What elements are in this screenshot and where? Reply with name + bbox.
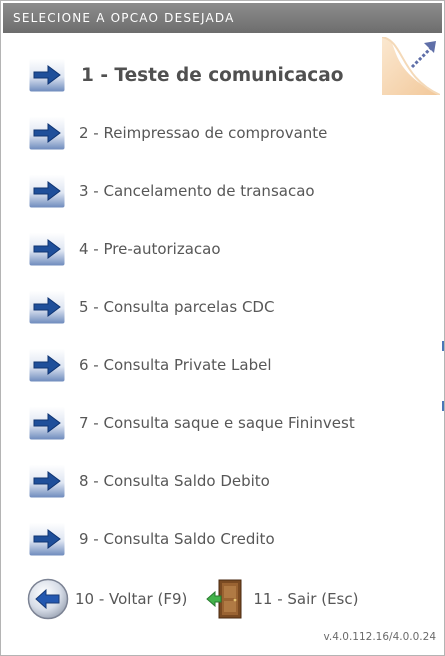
- menu-item-label: 4 - Pre-autorizacao: [79, 240, 221, 258]
- menu-item-label: 3 - Cancelamento de transacao: [79, 182, 315, 200]
- menu-item-3[interactable]: 3 - Cancelamento de transacao: [29, 171, 315, 211]
- menu-item-9[interactable]: 9 - Consulta Saldo Credito: [29, 519, 275, 559]
- menu-item-7[interactable]: 7 - Consulta saque e saque Fininvest: [29, 403, 355, 443]
- exit-button[interactable]: 11 - Sair (Esc): [187, 578, 358, 620]
- arrow-right-icon: [29, 522, 65, 556]
- menu-item-label: 1 - Teste de comunicacao: [81, 64, 344, 86]
- arrow-right-icon: [29, 406, 65, 440]
- back-label: 10 - Voltar (F9): [75, 590, 188, 608]
- menu-window: Selecione a opcao desejada 1 - Teste de …: [0, 0, 445, 656]
- arrow-right-icon: [29, 58, 65, 92]
- arrow-right-icon: [29, 174, 65, 208]
- edge-marker: [442, 341, 444, 351]
- window-title: Selecione a opcao desejada: [3, 3, 442, 33]
- door-exit-icon: [206, 579, 242, 619]
- menu-item-6[interactable]: 6 - Consulta Private Label: [29, 345, 272, 385]
- arrow-right-icon: [29, 116, 65, 150]
- menu-item-8[interactable]: 8 - Consulta Saldo Debito: [29, 461, 270, 501]
- exit-label: 11 - Sair (Esc): [253, 590, 359, 608]
- menu-item-label: 6 - Consulta Private Label: [79, 356, 272, 374]
- menu-item-4[interactable]: 4 - Pre-autorizacao: [29, 229, 221, 269]
- menu-item-label: 8 - Consulta Saldo Debito: [79, 472, 270, 490]
- menu-item-label: 7 - Consulta saque e saque Fininvest: [79, 414, 355, 432]
- version-text: v.4.0.112.16/4.0.0.24: [323, 631, 436, 643]
- arrow-left-circle-icon: [27, 578, 69, 620]
- arrow-right-icon: [29, 290, 65, 324]
- back-button[interactable]: 10 - Voltar (F9): [27, 578, 187, 620]
- menu-item-5[interactable]: 5 - Consulta parcelas CDC: [29, 287, 274, 327]
- arrow-right-icon: [29, 232, 65, 266]
- menu-item-label: 5 - Consulta parcelas CDC: [79, 298, 275, 316]
- menu-item-label: 9 - Consulta Saldo Credito: [79, 530, 275, 548]
- edge-marker: [442, 401, 444, 411]
- arrow-right-icon: [29, 464, 65, 498]
- menu-item-1[interactable]: 1 - Teste de comunicacao: [29, 55, 343, 95]
- resize-corner-icon[interactable]: [382, 37, 440, 95]
- menu-item-label: 2 - Reimpressao de comprovante: [79, 124, 328, 142]
- menu-item-2[interactable]: 2 - Reimpressao de comprovante: [29, 113, 327, 153]
- arrow-right-icon: [29, 348, 65, 382]
- footer-actions: 10 - Voltar (F9) 11 - Sair (Esc): [27, 577, 358, 621]
